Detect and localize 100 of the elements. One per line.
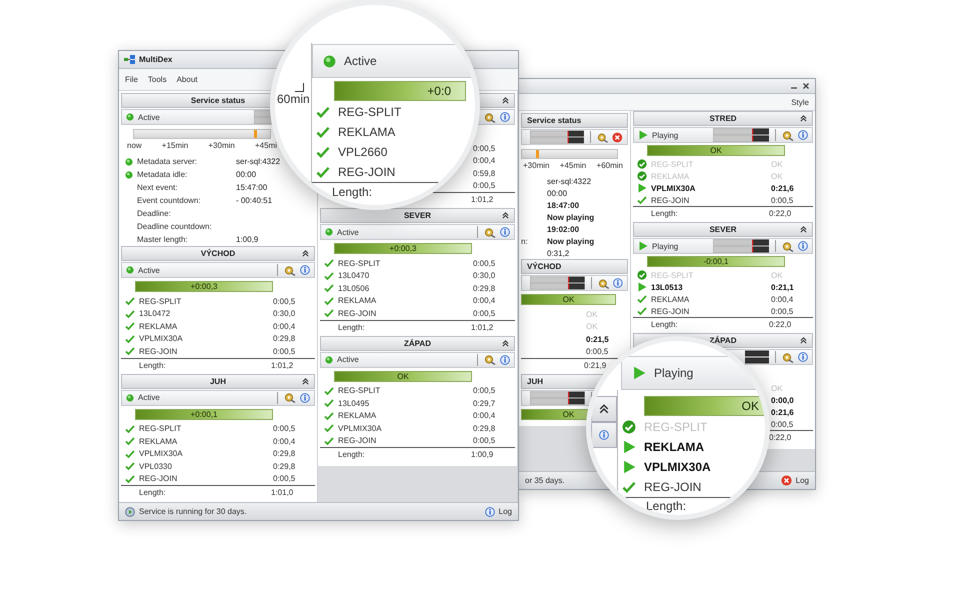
info-value: 19:02:00 (547, 224, 580, 234)
timeline-track[interactable] (521, 149, 618, 159)
info-icon[interactable] (500, 112, 510, 122)
collapse-icon[interactable] (599, 404, 609, 414)
info-label: Event countdown: (137, 196, 202, 205)
item-name[interactable]: REG-JOIN (651, 196, 767, 204)
collapse-icon[interactable] (502, 97, 509, 104)
item-duration: OK (586, 322, 599, 332)
play-icon (637, 183, 647, 193)
length-value: 1:01,0 (271, 488, 294, 497)
section-title: Service status (527, 116, 582, 125)
item-duration: 0:00,5 (473, 386, 496, 396)
item-duration: OK (771, 384, 784, 392)
close-icon[interactable] (802, 82, 810, 90)
menu-item[interactable]: About (176, 75, 198, 84)
item-name[interactable]: VPLMIX30A (338, 424, 469, 433)
info-icon[interactable] (599, 430, 609, 440)
item-duration: 0:00,5 (771, 306, 794, 316)
item-duration: 0:00,5 (771, 196, 794, 204)
offset-bar: OK (644, 396, 765, 416)
item-name[interactable]: 13L0513 (651, 282, 767, 292)
item-name[interactable]: REKLAMA (651, 294, 767, 304)
checkmark-icon (125, 448, 135, 459)
length-value: 1:01,2 (471, 195, 494, 204)
offset-bar: -0:00,1 (647, 256, 785, 267)
menu-item[interactable]: Style (791, 98, 809, 106)
info-icon[interactable] (613, 278, 623, 288)
checkmark-icon (125, 436, 135, 446)
item-duration: 0:00,5 (473, 181, 496, 190)
checkmark-icon (637, 195, 647, 205)
timeline-track[interactable] (133, 129, 271, 139)
length-label: Length: (139, 488, 167, 497)
info-icon[interactable] (300, 392, 310, 402)
item-duration: OK (586, 310, 599, 319)
item-duration: 0:29,7 (473, 398, 496, 408)
info-icon[interactable] (500, 354, 510, 364)
section-title: ZÁPAD (404, 338, 431, 348)
item-duration: 0:00,5 (473, 144, 496, 153)
item-name[interactable]: 13L0472 (139, 309, 269, 318)
collapse-icon[interactable] (302, 250, 309, 257)
log-link[interactable]: Log (796, 476, 809, 485)
item-duration: 0:21,6 (771, 408, 795, 416)
item-name[interactable]: REG-JOIN (338, 436, 469, 446)
status-label: Active (337, 355, 359, 364)
collapse-button[interactable] (591, 396, 617, 422)
item-name[interactable]: VPL0330 (139, 462, 269, 471)
item-name[interactable]: REG-SPLIT (139, 296, 269, 306)
menu-item[interactable]: Tools (148, 75, 167, 84)
item-name[interactable]: REG-SPLIT (139, 424, 269, 434)
item-name[interactable]: VPLMIX30A (651, 184, 767, 192)
collapse-icon[interactable] (800, 226, 807, 233)
item-name[interactable]: REKLAMA (139, 322, 269, 331)
checkmark-icon (125, 308, 135, 319)
item-duration: 0:00,4 (473, 411, 496, 420)
menu-item[interactable]: File (125, 75, 138, 84)
item-name: REKLAMA (644, 440, 705, 454)
section-title: SEVER (404, 211, 432, 220)
close-circle-icon[interactable] (612, 132, 624, 142)
info-icon[interactable] (798, 241, 808, 251)
item-duration: OK (771, 172, 784, 180)
item-name[interactable]: 13L0470 (338, 271, 469, 280)
item-name[interactable]: 13L0495 (338, 398, 469, 408)
collapse-icon[interactable] (502, 340, 509, 346)
item-duration: 0:21,6 (771, 184, 795, 192)
collapse-icon[interactable] (800, 337, 807, 344)
close-circle-icon[interactable] (780, 475, 792, 486)
item-name[interactable]: REKLAMA (139, 436, 269, 446)
checkmark-icon (316, 165, 330, 179)
log-link[interactable]: Log (498, 507, 512, 516)
info-icon[interactable] (500, 227, 510, 237)
item-duration: 0:00,4 (771, 294, 794, 304)
info-icon[interactable] (798, 352, 808, 362)
checkmark-icon (125, 474, 135, 484)
item-name[interactable]: VPLMIX30A (139, 449, 269, 458)
collapse-icon[interactable] (302, 378, 309, 384)
status-dot-icon (125, 158, 133, 166)
timeline-label: +45mi (254, 141, 277, 150)
info-icon[interactable] (484, 506, 495, 516)
item-name[interactable]: REG-SPLIT (338, 258, 469, 268)
item-name[interactable]: VPLMIX30A (139, 334, 269, 344)
item-name[interactable]: REKLAMA (338, 411, 469, 420)
item-name[interactable]: REG-JOIN (338, 308, 469, 318)
info-button[interactable] (591, 422, 617, 448)
offset-bar: +0:00,3 (135, 281, 273, 292)
status-label: Active (337, 228, 359, 236)
collapse-icon[interactable] (800, 115, 807, 122)
item-name[interactable]: REG-SPLIT (338, 386, 469, 396)
length-value: 0:21,9 (584, 361, 608, 370)
info-icon[interactable] (798, 130, 808, 140)
item-name[interactable]: REKLAMA (338, 296, 469, 306)
item-duration: 0:00,5 (273, 346, 296, 356)
collapse-icon[interactable] (502, 212, 509, 219)
checkmark-icon (316, 105, 330, 119)
info-icon[interactable] (300, 265, 310, 275)
item-name[interactable]: REG-JOIN (139, 346, 269, 356)
status-label: Active (344, 54, 377, 68)
item-name[interactable]: REG-JOIN (139, 474, 269, 484)
item-name[interactable]: 13L0506 (338, 284, 469, 293)
item-name: REG-JOIN (338, 165, 396, 179)
item-name[interactable]: REG-JOIN (651, 306, 767, 316)
